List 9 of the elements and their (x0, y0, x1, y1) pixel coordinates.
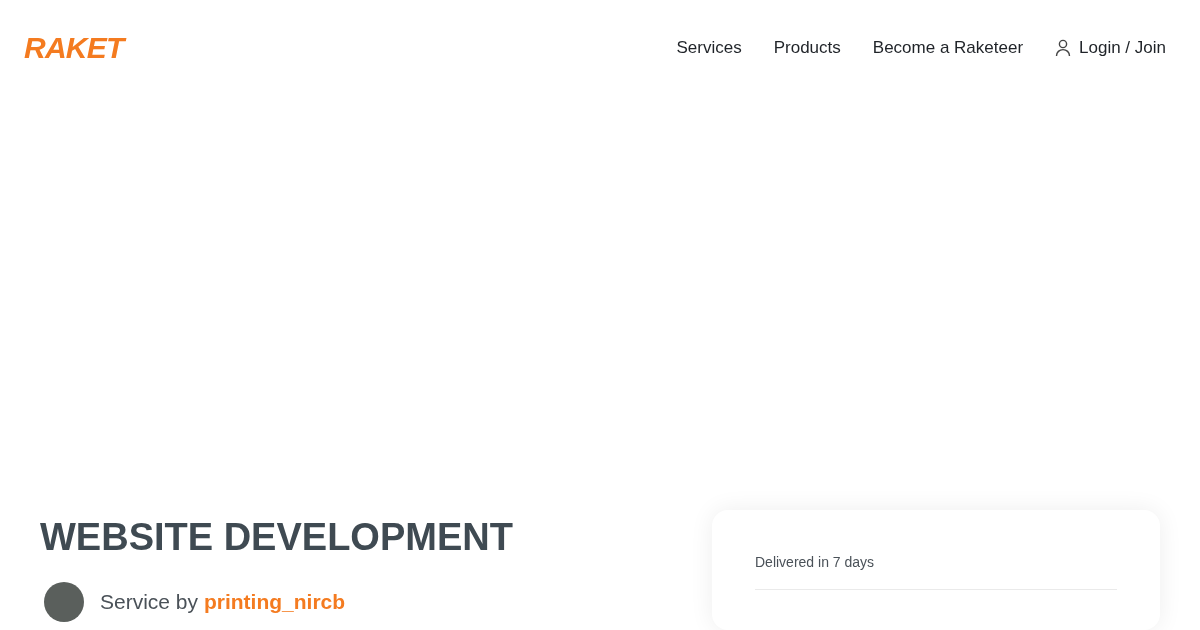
service-title: WEBSITE DEVELOPMENT (40, 515, 513, 560)
delivery-time: Delivered in 7 days (755, 553, 876, 572)
login-link[interactable]: Login / Join (1055, 35, 1166, 61)
nav-link[interactable]: Become a Raketeer (872, 35, 1024, 61)
nav-link[interactable]: Services (676, 35, 742, 61)
avatar (44, 581, 84, 622)
nav-link[interactable]: Products (773, 35, 841, 61)
user-icon (1055, 38, 1072, 57)
service-by-text: Service by printing_nircb (100, 588, 346, 615)
